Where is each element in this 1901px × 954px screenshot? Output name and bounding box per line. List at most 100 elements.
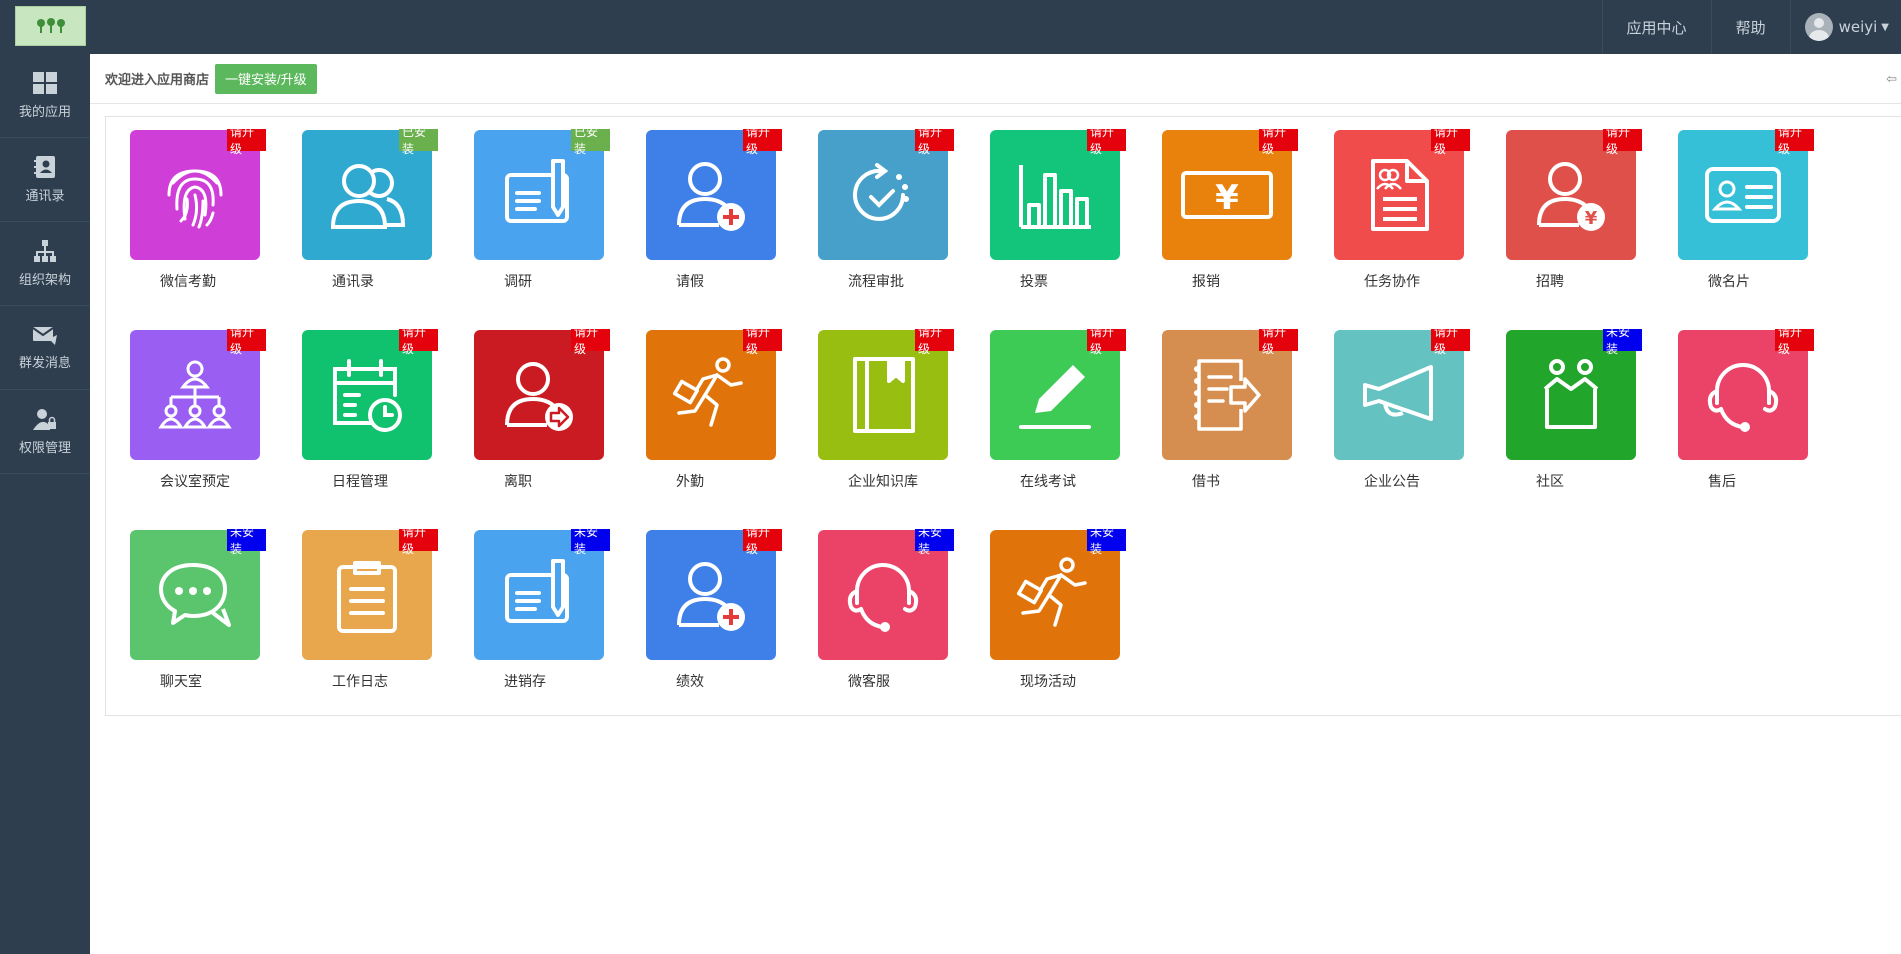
main-content: 欢迎进入应用商店 一键安装/升级 ⇦ 请升级 微信考勤 已安装 通讯录 已安装 … bbox=[90, 54, 1901, 954]
status-badge: 请升级 bbox=[227, 325, 266, 356]
avatar bbox=[1804, 13, 1833, 41]
id-card-icon bbox=[1705, 167, 1781, 223]
user-exit-icon bbox=[505, 362, 573, 431]
app-label: 调研 bbox=[504, 274, 532, 290]
status-badge: 未安装 bbox=[227, 525, 266, 556]
back-arrow-icon[interactable]: ⇦ bbox=[1886, 72, 1897, 87]
app-card: 未安装 社区 bbox=[1492, 317, 1642, 497]
sidebar-item-label: 权限管理 bbox=[18, 441, 71, 456]
meeting-org-icon bbox=[158, 360, 232, 429]
status-badge: 请升级 bbox=[1431, 325, 1470, 356]
app-label: 会议室预定 bbox=[160, 474, 230, 490]
yen-card-icon: ¥ bbox=[1181, 171, 1273, 219]
status-badge: 未安装 bbox=[571, 525, 610, 556]
chat-icon bbox=[159, 563, 231, 627]
notebook-arrow-icon bbox=[1194, 359, 1261, 431]
sidebar-item-my-apps[interactable]: 我的应用 bbox=[0, 54, 90, 138]
approval-cycle-icon bbox=[853, 163, 909, 221]
status-badge: 请升级 bbox=[915, 125, 954, 156]
app-card: 请升级 售后 bbox=[1664, 317, 1814, 497]
status-badge: 请升级 bbox=[571, 325, 610, 356]
app-card: 请升级 任务协作 bbox=[1320, 117, 1470, 297]
book-icon bbox=[853, 357, 915, 433]
app-label: 进销存 bbox=[504, 674, 546, 690]
status-badge: 请升级 bbox=[1259, 125, 1298, 156]
sidebar-item-permissions[interactable]: 权限管理 bbox=[0, 390, 90, 474]
app-card: 请升级 微信考勤 bbox=[116, 117, 266, 297]
status-badge: 请升级 bbox=[743, 525, 782, 556]
megaphone-icon bbox=[1363, 365, 1433, 421]
app-label: 借书 bbox=[1192, 474, 1220, 490]
top-nav: 应用中心 帮助 weiyi ▼ bbox=[1601, 0, 1901, 54]
app-card: 请升级 日程管理 bbox=[288, 317, 438, 497]
users-icon bbox=[330, 164, 406, 229]
app-card: 请升级 绩效 bbox=[632, 517, 782, 697]
sidebar-item-org[interactable]: 组织架构 bbox=[0, 222, 90, 306]
status-badge: 未安装 bbox=[1087, 525, 1126, 556]
app-card: 请升级 投票 bbox=[976, 117, 1126, 297]
app-card: 未安装 现场活动 bbox=[976, 517, 1126, 697]
app-label: 现场活动 bbox=[1020, 674, 1076, 690]
app-label: 在线考试 bbox=[1020, 474, 1076, 490]
status-badge: 请升级 bbox=[399, 325, 438, 356]
survey-icon bbox=[505, 559, 569, 623]
user-yen-icon: ¥ bbox=[1537, 162, 1605, 231]
app-label: 任务协作 bbox=[1364, 274, 1420, 290]
app-card: 请升级 企业公告 bbox=[1320, 317, 1470, 497]
status-badge: 未安装 bbox=[915, 525, 954, 556]
app-label: 微名片 bbox=[1708, 274, 1750, 290]
status-badge: 请升级 bbox=[1087, 325, 1126, 356]
sidebar: 我的应用 通讯录 组织架构 群发消息 权限管理 bbox=[0, 54, 90, 954]
org-chart-icon bbox=[34, 240, 56, 262]
status-badge: 请升级 bbox=[1259, 325, 1298, 356]
app-card: 未安装 进销存 bbox=[460, 517, 610, 697]
app-label: 聊天室 bbox=[160, 674, 202, 690]
top-bar: 应用中心 帮助 weiyi ▼ bbox=[0, 0, 1901, 54]
app-grid: 请升级 微信考勤 已安装 通讯录 已安装 调研 请升级 请假 请升级 流程审批 … bbox=[105, 116, 1901, 716]
app-label: 通讯录 bbox=[332, 274, 374, 290]
app-label: 社区 bbox=[1536, 474, 1564, 490]
app-label: 微信考勤 bbox=[160, 274, 216, 290]
app-label: 离职 bbox=[504, 474, 532, 490]
calendar-clock-icon bbox=[333, 359, 402, 432]
app-label: 企业知识库 bbox=[848, 474, 918, 490]
sidebar-item-broadcast[interactable]: 群发消息 bbox=[0, 306, 90, 390]
app-card: 请升级 离职 bbox=[460, 317, 610, 497]
grid-icon bbox=[33, 72, 57, 94]
clipboard-icon bbox=[337, 561, 397, 633]
app-card: ¥ 请升级 报销 bbox=[1148, 117, 1298, 297]
app-card: 请升级 企业知识库 bbox=[804, 317, 954, 497]
message-icon bbox=[32, 327, 57, 345]
status-badge: 请升级 bbox=[227, 125, 266, 156]
runner-icon bbox=[672, 357, 743, 427]
sidebar-item-contacts[interactable]: 通讯录 bbox=[0, 138, 90, 222]
sidebar-item-label: 我的应用 bbox=[18, 105, 71, 120]
status-badge: 请升级 bbox=[1775, 125, 1814, 156]
user-menu[interactable]: weiyi ▼ bbox=[1789, 0, 1901, 54]
status-badge: 请升级 bbox=[1087, 125, 1126, 156]
app-label: 微客服 bbox=[848, 674, 890, 690]
app-card: 请升级 微名片 bbox=[1664, 117, 1814, 297]
status-badge: 请升级 bbox=[743, 325, 782, 356]
app-logo[interactable] bbox=[15, 6, 86, 46]
svg-text:¥: ¥ bbox=[1215, 178, 1239, 218]
pen-icon bbox=[1019, 365, 1091, 429]
task-doc-icon bbox=[1371, 159, 1429, 231]
nav-app-center[interactable]: 应用中心 bbox=[1601, 0, 1711, 54]
app-card: 请升级 会议室预定 bbox=[116, 317, 266, 497]
app-label: 企业公告 bbox=[1364, 474, 1420, 490]
status-badge: 已安装 bbox=[399, 125, 438, 156]
headset-icon bbox=[1707, 363, 1779, 432]
welcome-text: 欢迎进入应用商店 bbox=[105, 73, 210, 88]
welcome-bar: 欢迎进入应用商店 一键安装/升级 bbox=[90, 54, 1901, 104]
user-plus-icon bbox=[677, 562, 745, 631]
status-badge: 已安装 bbox=[571, 125, 610, 156]
app-card: 已安装 通讯录 bbox=[288, 117, 438, 297]
install-upgrade-button[interactable]: 一键安装/升级 bbox=[215, 63, 317, 94]
app-label: 请假 bbox=[676, 274, 704, 290]
nav-help[interactable]: 帮助 bbox=[1710, 0, 1790, 54]
app-label: 绩效 bbox=[676, 674, 704, 690]
app-label: 招聘 bbox=[1536, 274, 1564, 290]
app-label: 报销 bbox=[1192, 274, 1220, 290]
app-card: 请升级 在线考试 bbox=[976, 317, 1126, 497]
